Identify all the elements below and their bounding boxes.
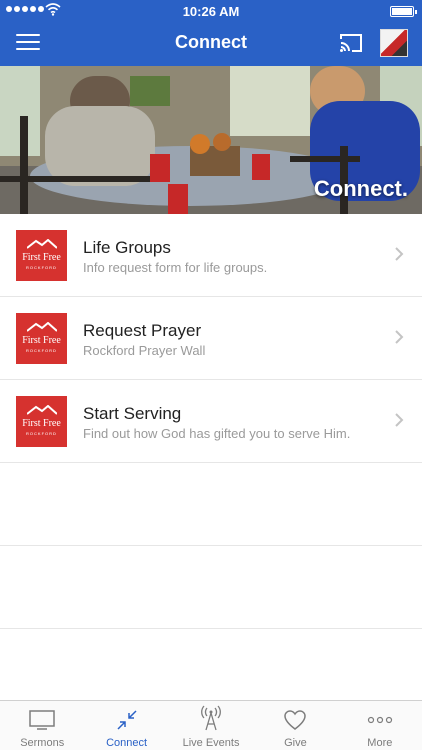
tab-connect[interactable]: Connect	[84, 701, 168, 750]
list-item-life-groups[interactable]: First Free ROCKFORD Life Groups Info req…	[0, 214, 422, 297]
logo-sub: ROCKFORD	[26, 348, 57, 353]
cast-icon[interactable]	[338, 32, 364, 54]
tab-label: Sermons	[20, 737, 65, 749]
status-bar: 10:26 AM	[0, 0, 422, 22]
list-item-title: Start Serving	[83, 404, 182, 423]
tab-label: More	[367, 737, 393, 749]
first-free-logo: First Free ROCKFORD	[16, 396, 67, 447]
connect-arrows-icon	[117, 710, 137, 730]
church-roof-icon	[27, 322, 57, 332]
church-roof-icon	[27, 405, 57, 415]
chevron-right-icon	[395, 247, 404, 261]
logo-sub: ROCKFORD	[26, 431, 57, 436]
empty-row	[0, 463, 422, 546]
list-item-subtitle: Info request form for life groups.	[83, 260, 268, 275]
heart-icon	[284, 710, 307, 730]
list-item-subtitle: Find out how God has gifted you to serve…	[83, 426, 351, 441]
logo-brand: First Free	[22, 418, 61, 429]
broadcast-tower-icon	[201, 705, 221, 731]
list-item-request-prayer[interactable]: First Free ROCKFORD Request Prayer Rockf…	[0, 297, 422, 380]
tab-bar: Sermons Connect Live Events Give More	[0, 700, 422, 750]
chevron-right-icon	[395, 330, 404, 344]
empty-row	[0, 546, 422, 629]
first-free-logo: First Free ROCKFORD	[16, 230, 67, 281]
tab-sermons[interactable]: Sermons	[0, 701, 84, 750]
first-free-logo: First Free ROCKFORD	[16, 313, 67, 364]
nav-bar: Connect	[0, 22, 422, 66]
tab-give[interactable]: Give	[253, 701, 337, 750]
chevron-right-icon	[395, 413, 404, 427]
list-item-start-serving[interactable]: First Free ROCKFORD Start Serving Find o…	[0, 380, 422, 463]
hero-banner: Connect.	[0, 66, 422, 214]
tab-label: Connect	[106, 737, 148, 749]
battery-icon	[390, 6, 417, 17]
tab-more[interactable]: More	[338, 701, 422, 750]
logo-brand: First Free	[22, 335, 61, 346]
more-dots-icon	[367, 716, 392, 724]
tab-label: Give	[284, 737, 307, 749]
church-avatar[interactable]	[380, 29, 408, 57]
church-roof-icon	[27, 239, 57, 249]
logo-brand: First Free	[22, 252, 61, 263]
list-item-subtitle: Rockford Prayer Wall	[83, 343, 206, 358]
status-time: 10:26 AM	[182, 4, 240, 19]
tv-icon	[29, 710, 55, 730]
list-item-title: Request Prayer	[83, 321, 202, 340]
logo-sub: ROCKFORD	[26, 265, 57, 270]
connect-list: First Free ROCKFORD Life Groups Info req…	[0, 214, 422, 712]
app-header: 10:26 AM Connect	[0, 0, 422, 66]
hero-caption: Connect.	[313, 176, 408, 201]
list-item-title: Life Groups	[83, 238, 171, 257]
tab-label: Live Events	[182, 737, 240, 749]
tab-live-events[interactable]: Live Events	[169, 701, 253, 750]
